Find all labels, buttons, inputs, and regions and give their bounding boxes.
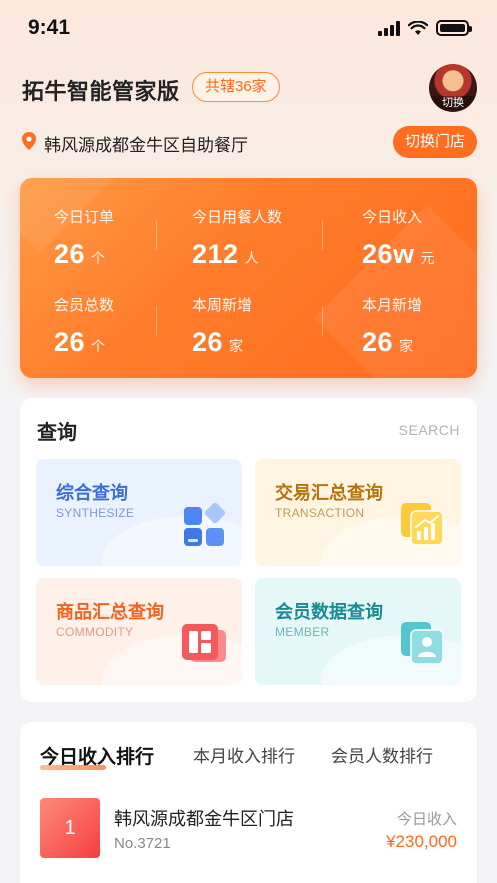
tile-title: 商品汇总查询 xyxy=(56,602,164,622)
rank-number-badge: 1 xyxy=(40,798,100,858)
stat-unit: 人 xyxy=(244,250,259,266)
tile-subtitle: MEMBER xyxy=(275,625,330,639)
store-count-badge[interactable]: 共辖36家 xyxy=(192,72,280,102)
stat-unit: 家 xyxy=(399,338,414,354)
stat-week-new: 本周新增 26 家 xyxy=(192,294,252,358)
battery-icon xyxy=(436,20,472,36)
layout-icon xyxy=(182,624,226,662)
tile-title: 交易汇总查询 xyxy=(275,483,383,503)
tab-today-income-ranking[interactable]: 今日收入排行 xyxy=(40,742,154,769)
ranking-store-name: 韩风源成都金牛区门店 xyxy=(114,809,294,829)
tab-member-count-ranking[interactable]: 会员人数排行 xyxy=(331,742,433,767)
stat-label: 今日订单 xyxy=(54,209,115,226)
status-bar: 9:41 xyxy=(0,0,497,56)
stat-value: 26 xyxy=(54,239,86,269)
status-time: 9:41 xyxy=(28,16,71,39)
stat-unit: 个 xyxy=(91,338,106,354)
divider xyxy=(322,220,323,250)
stat-month-new: 本月新增 26 家 xyxy=(362,294,422,358)
ranking-card: 今日收入排行 本月收入排行 会员人数排行 1 韩风源成都金牛区门店 No.372… xyxy=(20,722,477,883)
stat-today-income: 今日收入 26w 元 xyxy=(362,206,435,270)
bar-chart-icon xyxy=(401,503,444,546)
divider xyxy=(322,306,323,336)
stat-label: 会员总数 xyxy=(54,297,115,314)
ranking-metric-value: ¥230,000 xyxy=(386,832,457,851)
stat-label: 本周新增 xyxy=(192,297,253,314)
stat-value: 26 xyxy=(54,327,86,357)
app-title: 拓牛智能管家版 xyxy=(22,79,180,104)
stat-label: 本月新增 xyxy=(362,297,423,314)
tile-synthesize-query[interactable]: 综合查询 SYNTHESIZE xyxy=(36,459,242,566)
grid-blocks-icon xyxy=(184,503,226,546)
status-icons xyxy=(378,20,472,36)
stat-label: 今日收入 xyxy=(362,209,423,226)
stat-today-orders: 今日订单 26 个 xyxy=(54,206,114,270)
stat-total-members: 会员总数 26 个 xyxy=(54,294,114,358)
query-section-title: 查询 xyxy=(37,422,77,444)
tile-title: 会员数据查询 xyxy=(275,602,383,622)
header: 拓牛智能管家版 共辖36家 切换 xyxy=(22,64,477,112)
tile-transaction-query[interactable]: 交易汇总查询 TRANSACTION xyxy=(255,459,461,566)
tile-subtitle: TRANSACTION xyxy=(275,506,365,520)
tile-title: 综合查询 xyxy=(56,483,128,503)
stat-unit: 家 xyxy=(229,338,244,354)
stat-value: 26 xyxy=(192,327,224,357)
stat-value: 212 xyxy=(192,239,239,269)
ranking-metric-label: 今日收入 xyxy=(396,811,457,828)
stat-label: 今日用餐人数 xyxy=(192,209,283,226)
location-row: 韩风源成都金牛区自助餐厅 切换门店 xyxy=(22,124,477,158)
divider xyxy=(156,220,157,250)
stat-today-diners: 今日用餐人数 212 人 xyxy=(192,206,282,270)
member-card-icon xyxy=(401,622,444,665)
stat-value: 26 xyxy=(362,327,394,357)
divider xyxy=(156,306,157,336)
location-pin-icon xyxy=(22,132,36,150)
ranking-store-number: No.3721 xyxy=(114,835,171,852)
avatar-switch-label: 切换 xyxy=(429,96,477,110)
cellular-signal-icon xyxy=(378,20,400,36)
query-card: 查询 SEARCH 综合查询 SYNTHESIZE 交易汇总查询 TRANSAC… xyxy=(20,398,477,702)
switch-store-button[interactable]: 切换门店 xyxy=(392,126,477,158)
wifi-icon xyxy=(408,20,428,35)
stat-unit: 个 xyxy=(91,250,106,266)
stat-value: 26w xyxy=(362,239,415,269)
current-store-name: 韩风源成都金牛区自助餐厅 xyxy=(44,136,248,155)
tile-member-query[interactable]: 会员数据查询 MEMBER xyxy=(255,578,461,685)
avatar[interactable]: 切换 xyxy=(429,64,477,112)
tile-commodity-query[interactable]: 商品汇总查询 COMMODITY xyxy=(36,578,242,685)
query-section-subtitle: SEARCH xyxy=(398,422,460,438)
stat-unit: 元 xyxy=(420,250,435,266)
tile-subtitle: COMMODITY xyxy=(56,625,134,639)
tile-subtitle: SYNTHESIZE xyxy=(56,506,135,520)
tab-month-income-ranking[interactable]: 本月收入排行 xyxy=(193,742,295,767)
stats-card: 今日订单 26 个 今日用餐人数 212 人 今日收入 26w 元 会员总数 26 个 … xyxy=(20,178,477,378)
